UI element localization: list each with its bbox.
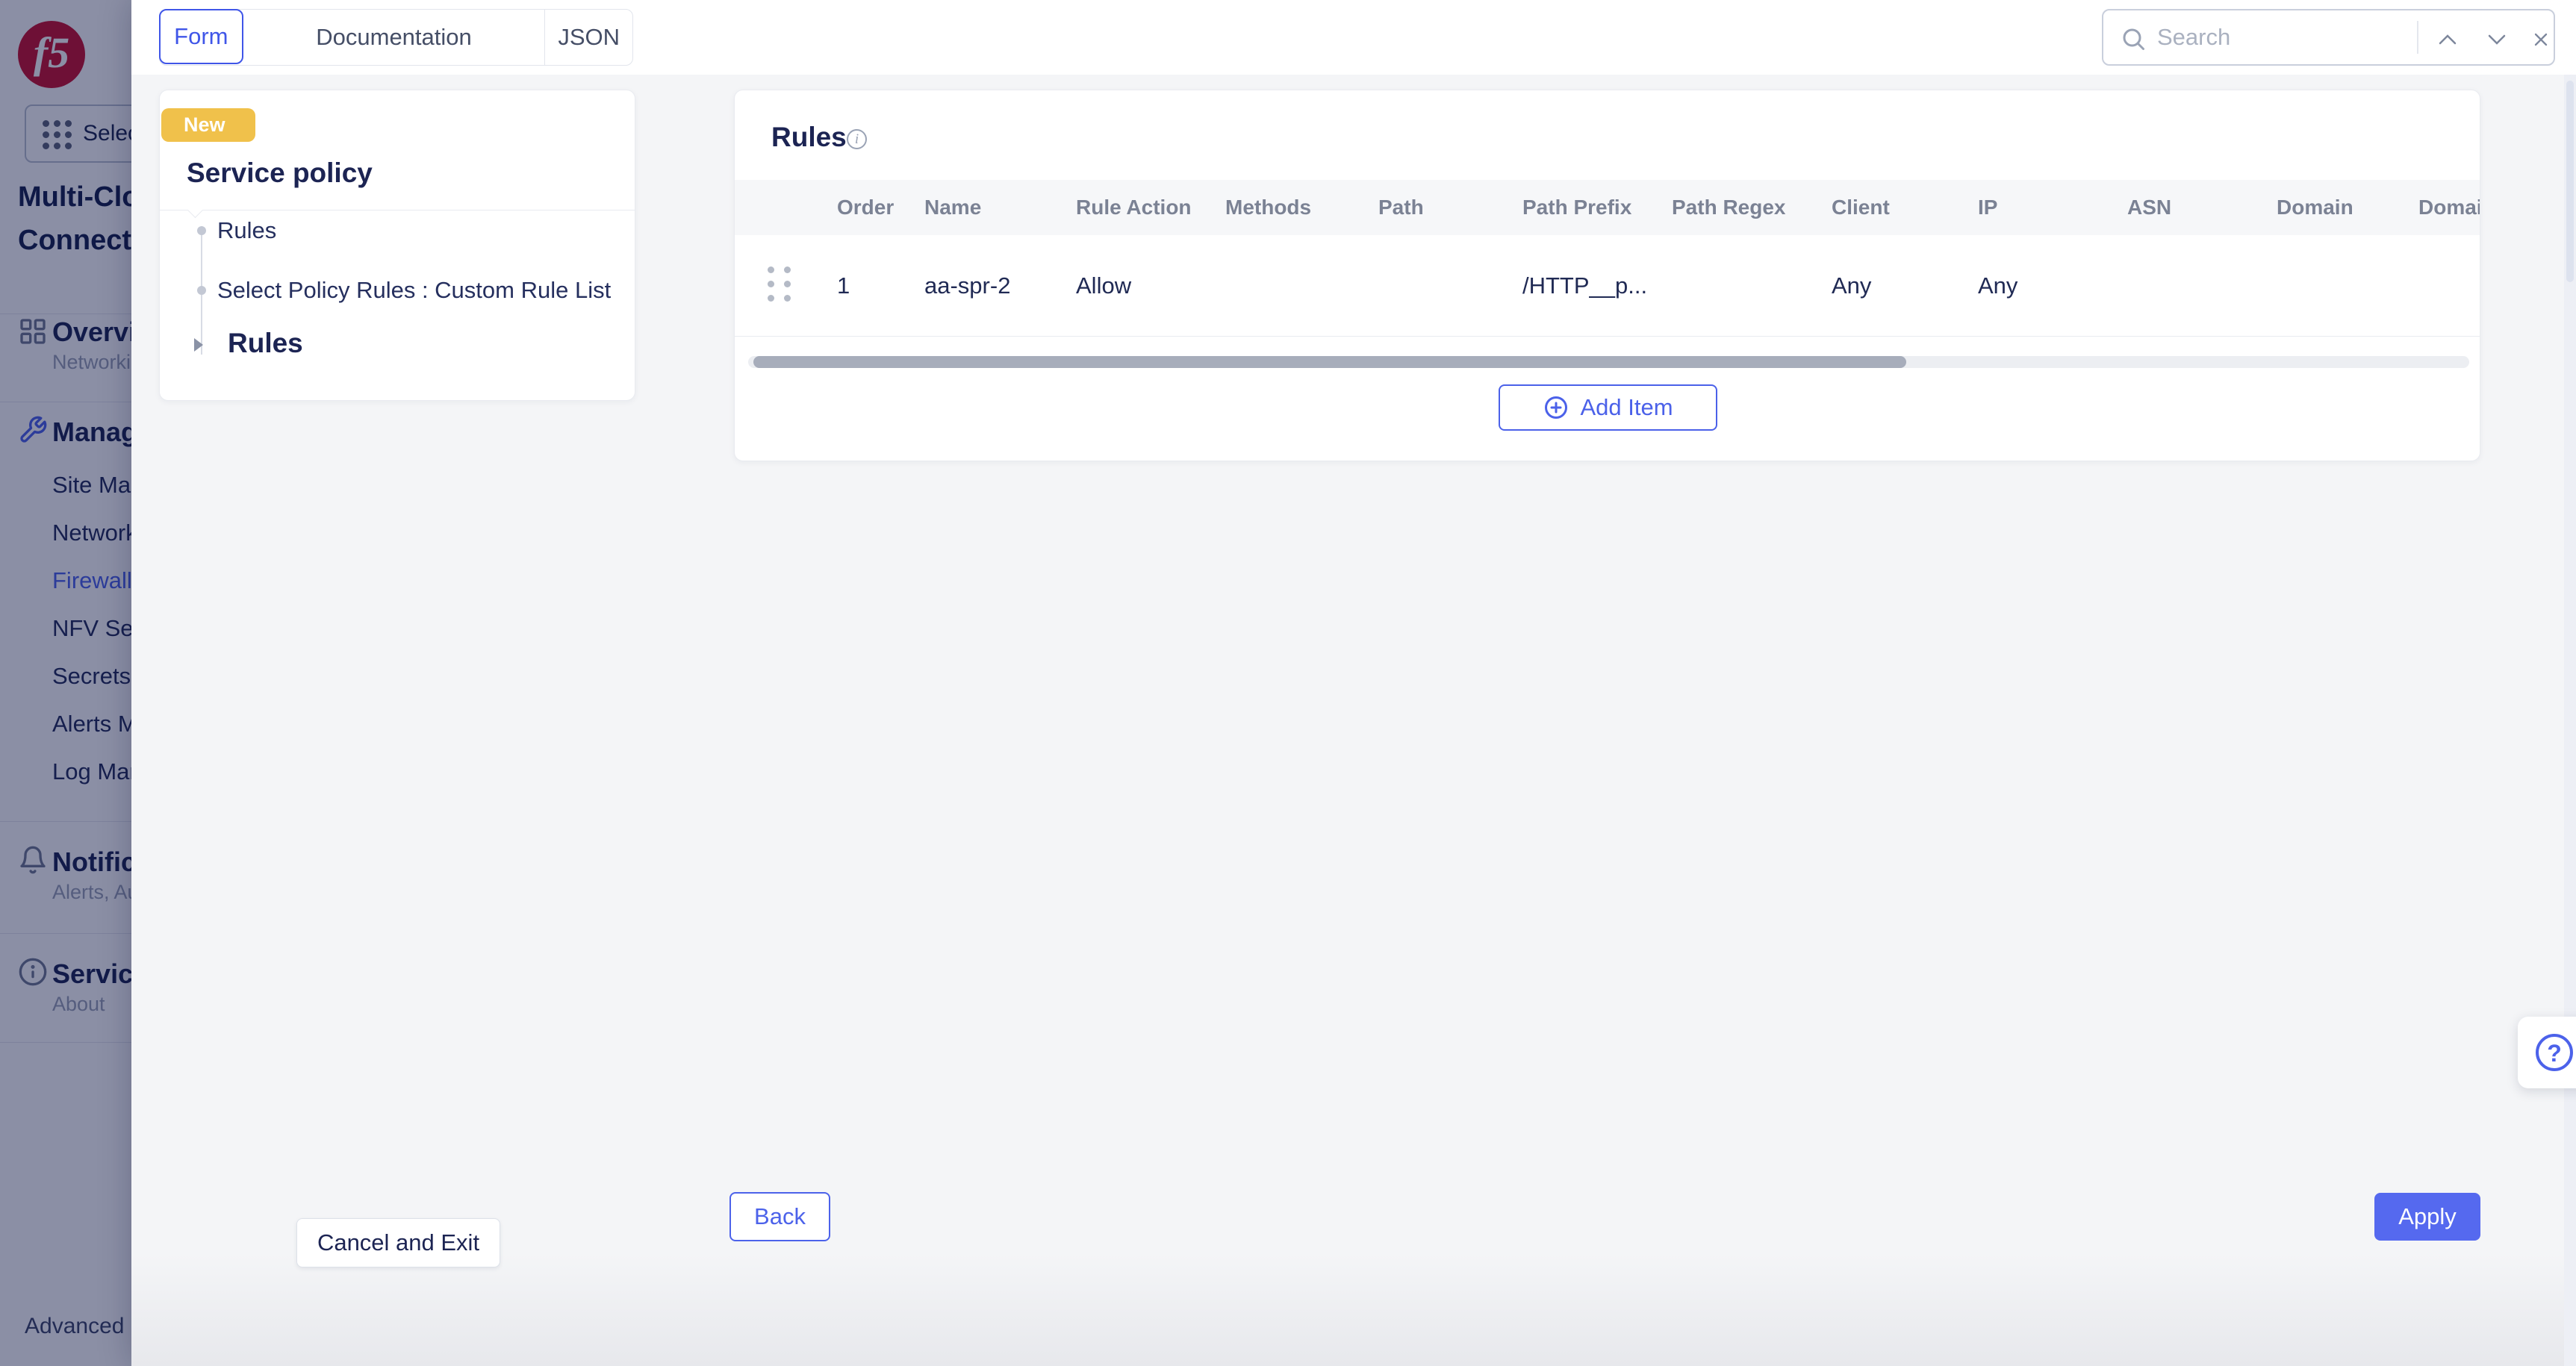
cell-client: Any bbox=[1832, 272, 1978, 299]
info-icon[interactable]: i bbox=[847, 129, 867, 149]
sidebar-divider bbox=[0, 821, 131, 822]
step-dot bbox=[197, 286, 206, 295]
drag-handle-icon[interactable] bbox=[768, 266, 793, 305]
add-item-button[interactable]: Add Item bbox=[1499, 384, 1717, 431]
help-icon: ? bbox=[2536, 1034, 2573, 1071]
chevron-up-icon[interactable] bbox=[2436, 30, 2459, 49]
bell-icon bbox=[18, 845, 48, 875]
product-title-line2: Connect bbox=[18, 221, 131, 260]
column-header-ip: IP bbox=[1978, 196, 2127, 219]
column-header-path-prefix: Path Prefix bbox=[1522, 196, 1672, 219]
advanced-nav-label[interactable]: Advanced nav bbox=[25, 1314, 131, 1339]
wizard-step-select-policy-rules[interactable]: Select Policy Rules : Custom Rule List bbox=[217, 277, 611, 304]
tab-documentation[interactable]: Documentation bbox=[243, 10, 545, 65]
plus-circle-icon bbox=[1543, 394, 1569, 421]
search-divider bbox=[2417, 21, 2418, 54]
footer-gradient bbox=[131, 1254, 2576, 1366]
column-header-name: Name bbox=[924, 196, 1076, 219]
tab-json[interactable]: JSON bbox=[544, 10, 632, 65]
column-header-path: Path bbox=[1378, 196, 1522, 219]
back-button[interactable]: Back bbox=[729, 1192, 830, 1241]
wizard-step-rules[interactable]: Rules bbox=[217, 217, 276, 244]
tab-form[interactable]: Form bbox=[159, 9, 243, 64]
apps-grid-icon bbox=[43, 120, 72, 150]
search-icon bbox=[2120, 25, 2147, 52]
horizontal-scrollbar-thumb[interactable] bbox=[753, 356, 1906, 368]
wizard-panel: New Service policy Rules Select Policy R… bbox=[159, 90, 635, 401]
left-sidebar: f5 Select s Multi-Clo Connect Overvi Net… bbox=[0, 0, 131, 1366]
overview-grid-icon bbox=[18, 316, 48, 346]
service-policy-modal: Form Documentation JSON New Service poli… bbox=[131, 0, 2576, 1366]
cell-ip: Any bbox=[1978, 272, 2127, 299]
cell-name: aa-spr-2 bbox=[924, 272, 1076, 299]
sidebar-item-manage[interactable]: Manag bbox=[52, 417, 131, 448]
service-caption: About bbox=[52, 993, 105, 1016]
overview-caption: Networki bbox=[52, 351, 131, 374]
notifications-caption: Alerts, Au bbox=[52, 881, 131, 904]
sidebar-item-networking[interactable]: Network bbox=[52, 520, 131, 552]
cell-rule-action: Allow bbox=[1076, 272, 1225, 299]
step-dot bbox=[197, 226, 206, 235]
add-item-label: Add Item bbox=[1580, 394, 1673, 421]
column-header-asn: ASN bbox=[2127, 196, 2277, 219]
rules-card: Rules i Order Name Rule Action Methods P… bbox=[734, 90, 2480, 461]
sidebar-divider bbox=[0, 933, 131, 934]
sidebar-item-overview[interactable]: Overvi bbox=[52, 316, 131, 348]
sidebar-item-site-management[interactable]: Site Man bbox=[52, 472, 131, 505]
sidebar-item-nfv-services[interactable]: NFV Ser bbox=[52, 615, 131, 648]
help-button[interactable]: ? bbox=[2518, 1017, 2576, 1088]
chevron-down-icon[interactable] bbox=[2486, 30, 2508, 49]
current-step-arrow-icon bbox=[194, 338, 203, 352]
new-badge: New bbox=[161, 108, 255, 142]
modal-top-bar: Form Documentation JSON bbox=[131, 0, 2576, 75]
wizard-title: Service policy bbox=[187, 158, 373, 189]
table-header-row: Order Name Rule Action Methods Path Path… bbox=[735, 180, 2480, 235]
table-row: 1 aa-spr-2 Allow /HTTP__p... Any Any bbox=[735, 235, 2480, 337]
wrench-icon bbox=[18, 415, 48, 445]
cell-order: 1 bbox=[837, 272, 924, 299]
wizard-step-rules-current[interactable]: Rules bbox=[228, 328, 303, 359]
sidebar-item-service[interactable]: Service bbox=[52, 958, 131, 990]
search-bar bbox=[2102, 9, 2555, 66]
sidebar-item-notifications[interactable]: Notific bbox=[52, 846, 131, 878]
product-title-line1: Multi-Clo bbox=[18, 178, 131, 216]
f5-logo: f5 bbox=[18, 21, 85, 88]
column-header-client: Client bbox=[1832, 196, 1978, 219]
apply-button[interactable]: Apply bbox=[2374, 1193, 2480, 1241]
column-header-path-regex: Path Regex bbox=[1672, 196, 1832, 219]
sidebar-item-log-management[interactable]: Log Man bbox=[52, 758, 131, 791]
select-service-label: Select s bbox=[83, 121, 131, 146]
sidebar-item-firewall[interactable]: Firewall bbox=[52, 567, 131, 600]
vertical-scrollbar bbox=[2564, 75, 2576, 1366]
sidebar-divider bbox=[0, 1042, 131, 1043]
cell-path-prefix: /HTTP__p... bbox=[1522, 272, 1672, 299]
column-header-domain: Domain bbox=[2277, 196, 2418, 219]
column-header-domain-2: Domain bbox=[2418, 196, 2480, 219]
info-circle-icon bbox=[18, 957, 48, 987]
column-header-rule-action: Rule Action bbox=[1076, 196, 1225, 219]
wizard-divider-notch bbox=[187, 202, 203, 218]
horizontal-scrollbar bbox=[748, 356, 2469, 368]
select-service-button[interactable]: Select s bbox=[25, 105, 131, 163]
sidebar-item-secrets[interactable]: Secrets bbox=[52, 663, 131, 696]
vertical-scrollbar-thumb[interactable] bbox=[2566, 81, 2574, 282]
view-tabs: Form Documentation JSON bbox=[159, 9, 633, 66]
close-icon[interactable] bbox=[2530, 29, 2551, 50]
cancel-and-exit-button[interactable]: Cancel and Exit bbox=[296, 1218, 500, 1267]
column-header-methods: Methods bbox=[1225, 196, 1378, 219]
search-input[interactable] bbox=[2157, 10, 2404, 64]
column-header-order: Order bbox=[837, 196, 924, 219]
sidebar-item-alerts-management[interactable]: Alerts M bbox=[52, 711, 131, 743]
rules-card-title: Rules bbox=[771, 122, 847, 153]
